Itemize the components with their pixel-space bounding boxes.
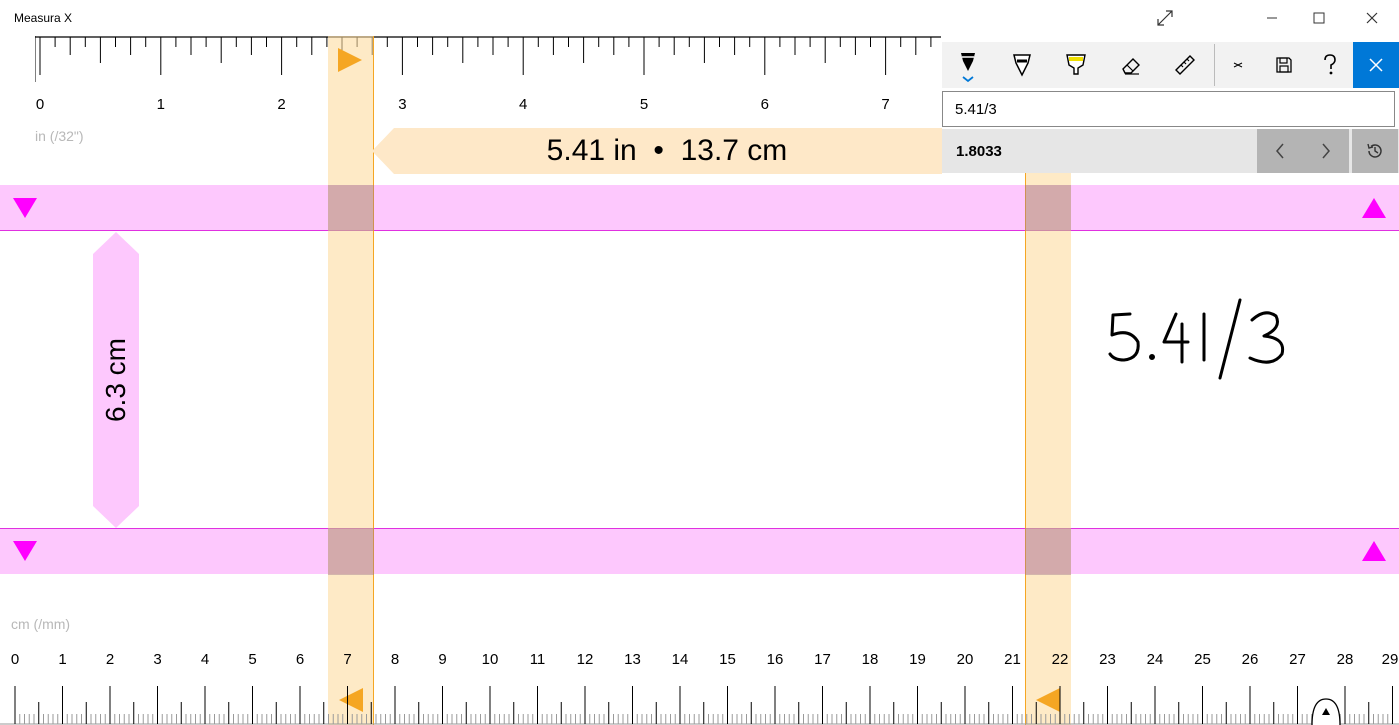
cm-tick-label: 20 — [957, 651, 974, 668]
chevron-right-icon — [1322, 143, 1330, 159]
guide-handle-up-icon[interactable] — [1361, 196, 1387, 220]
inch-unit-label: in (/32") — [35, 128, 84, 144]
guide-intersection — [1025, 528, 1071, 575]
collapse-tool-button[interactable] — [1215, 42, 1261, 88]
cm-tick-label: 24 — [1147, 651, 1164, 668]
cm-tick-label: 9 — [438, 651, 446, 668]
guide-handle-up-icon[interactable] — [1361, 539, 1387, 563]
cm-tick-label: 0 — [11, 651, 19, 668]
top-horizontal-guide[interactable] — [0, 185, 1399, 231]
vertical-measurement: 6.3 cm — [93, 232, 139, 528]
bottom-guide-line — [0, 528, 1399, 529]
result-value: 1.8033 — [956, 143, 1002, 160]
highlighter-icon — [1066, 54, 1086, 75]
ruler-icon — [1175, 55, 1195, 75]
cm-tick-label: 28 — [1337, 651, 1354, 668]
cm-tick-label: 4 — [201, 651, 209, 668]
cm-tick-label: 18 — [862, 651, 879, 668]
window-close-button[interactable] — [1349, 0, 1395, 36]
cm-tick-label: 13 — [624, 651, 641, 668]
guide-intersection — [1025, 185, 1071, 231]
cm-tick-label: 6 — [296, 651, 304, 668]
inch-tick-label: 7 — [881, 96, 889, 113]
cm-tick-label: 21 — [1004, 651, 1021, 668]
cm-tick-label: 2 — [106, 651, 114, 668]
horizontal-measurement-text: 5.41 in • 13.7 cm — [546, 134, 788, 167]
cm-tick-label: 17 — [814, 651, 831, 668]
cm-tick-label: 14 — [672, 651, 689, 668]
maximize-button[interactable] — [1296, 0, 1342, 36]
cm-tick-label: 5 — [248, 651, 256, 668]
handwritten-ink — [1108, 298, 1285, 380]
guide-intersection — [328, 528, 374, 575]
inch-tick-label: 5 — [640, 96, 648, 113]
cm-tick-label: 7 — [343, 651, 351, 668]
diagonal-resize-icon[interactable] — [1142, 0, 1188, 36]
help-tool-button[interactable] — [1307, 42, 1353, 88]
bottom-horizontal-guide[interactable] — [0, 528, 1399, 574]
inch-tick-label: 4 — [519, 96, 527, 113]
minimize-button[interactable] — [1249, 0, 1295, 36]
collapse-icon — [1233, 62, 1243, 68]
guide-handle-down-icon[interactable] — [12, 196, 38, 220]
cm-tick-label: 10 — [482, 651, 499, 668]
next-result-button[interactable] — [1303, 129, 1349, 173]
cm-tick-label: 29 — [1382, 651, 1399, 668]
marker-tool-button[interactable] — [996, 42, 1048, 88]
save-icon — [1276, 57, 1292, 73]
cm-tick-label: 11 — [530, 651, 546, 668]
cm-tick-label: 12 — [577, 651, 594, 668]
help-icon — [1324, 54, 1336, 75]
close-icon — [1369, 58, 1383, 72]
top-guide-line — [0, 230, 1399, 231]
cm-unit-label: cm (/mm) — [11, 616, 71, 632]
cm-ruler[interactable]: 0 1 2 3 4 5 6 7 8 9 10 11 12 13 14 15 16 17 18 19 20 21 22 23 24… — [0, 640, 1399, 725]
inch-tick-label: 0 — [36, 96, 44, 113]
cm-tick-label: 25 — [1194, 651, 1211, 668]
left-vertical-guide[interactable] — [328, 36, 374, 725]
ruler-tool-button[interactable] — [1159, 42, 1211, 88]
ruler-handle-icon[interactable] — [1310, 697, 1342, 725]
app-title: Measura X — [14, 11, 73, 25]
cm-tick-label: 23 — [1099, 651, 1116, 668]
inch-ruler[interactable]: 0 1 2 3 4 5 6 7 — [35, 36, 941, 120]
expression-input[interactable] — [942, 91, 1395, 127]
title-bar: Measura X — [0, 0, 1399, 36]
history-button[interactable] — [1352, 129, 1398, 173]
result-row: 1.8033 — [942, 129, 1399, 173]
guide-intersection — [328, 185, 374, 231]
marker-icon — [1013, 54, 1031, 77]
cm-tick-label: 26 — [1242, 651, 1259, 668]
cm-tick-label: 27 — [1289, 651, 1306, 668]
guide-handle-down-icon[interactable] — [12, 539, 38, 563]
panel-close-button[interactable] — [1353, 42, 1399, 88]
eraser-tool-button[interactable] — [1105, 42, 1157, 88]
toolbar — [942, 42, 1399, 88]
guide-handle-right-icon[interactable] — [336, 46, 364, 74]
cm-tick-label: 22 — [1052, 651, 1069, 668]
history-icon — [1367, 143, 1382, 158]
cm-tick-label: 3 — [153, 651, 161, 668]
highlighter-tool-button[interactable] — [1050, 42, 1102, 88]
pen-tool-button[interactable] — [942, 42, 994, 88]
close-icon — [1366, 12, 1378, 24]
inch-tick-label: 2 — [277, 96, 285, 113]
inch-tick-label: 3 — [398, 96, 406, 113]
maximize-icon — [1313, 12, 1325, 24]
inch-tick-label: 1 — [157, 96, 165, 113]
cm-tick-label: 15 — [719, 651, 736, 668]
cm-tick-label: 16 — [767, 651, 784, 668]
cm-tick-label: 1 — [58, 651, 66, 668]
eraser-icon — [1122, 58, 1140, 75]
cm-tick-label: 8 — [391, 651, 399, 668]
cm-tick-label: 19 — [909, 651, 926, 668]
save-tool-button[interactable] — [1261, 42, 1307, 88]
minimize-icon — [1267, 17, 1277, 19]
vertical-measurement-text: 6.3 cm — [100, 337, 131, 423]
pen-icon — [961, 53, 975, 83]
inch-tick-label: 6 — [761, 96, 769, 113]
previous-result-button[interactable] — [1257, 129, 1303, 173]
chevron-left-icon — [1276, 143, 1284, 159]
horizontal-measurement: 5.41 in • 13.7 cm — [372, 128, 942, 174]
